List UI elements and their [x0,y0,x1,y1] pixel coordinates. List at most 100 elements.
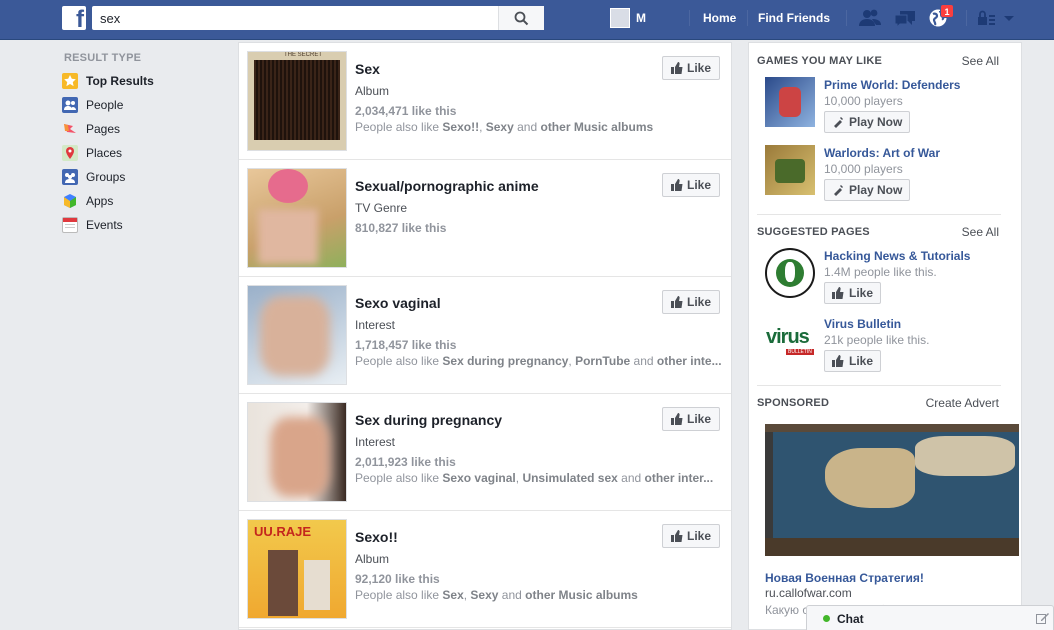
interest-thumbnail-image[interactable] [247,402,347,502]
play-now-label: Play Now [849,183,903,197]
like-label: Like [686,61,711,75]
ad-url[interactable]: ru.callofwar.com [765,586,852,600]
games-see-all-link[interactable]: See All [962,54,999,68]
filter-label: Apps [86,194,114,208]
privacy-lock-icon[interactable] [976,8,1000,28]
filter-apps[interactable]: Apps [62,189,222,213]
search-box [92,6,544,30]
like-label: Like [849,286,874,300]
filter-label: Events [86,218,123,232]
result-title[interactable]: Sexual/pornographic anime [355,178,539,194]
nav-divider [966,10,967,26]
game-title[interactable]: Warlords: Art of War [824,146,940,160]
page-title[interactable]: Hacking News & Tutorials [824,249,970,263]
nav-home-link[interactable]: Home [703,11,736,25]
also-like-link[interactable]: Sexy [470,588,498,602]
result-like-count: 2,011,923 like this [355,455,456,469]
result-title[interactable]: Sex [355,61,380,77]
online-status-dot [823,615,830,622]
section-divider [757,385,1001,386]
page-logo-image[interactable] [765,248,815,298]
like-button[interactable]: Like [662,290,720,314]
also-like-link[interactable]: other inte... [657,354,722,368]
people-icon [62,97,78,113]
filter-label: People [86,98,124,112]
result-title[interactable]: Sexo!! [355,529,398,545]
also-like-sep: and [498,588,526,602]
filter-top-results[interactable]: Top Results [62,69,222,93]
search-input[interactable] [92,6,497,30]
play-now-label: Play Now [849,115,903,129]
play-now-button[interactable]: Play Now [824,111,911,133]
logo-letter: f [76,6,84,30]
album-cover-image[interactable]: THE SECRET [247,51,347,151]
also-like-prefix: People also like [355,588,443,602]
page-like-count: 21k people like this. [824,333,930,347]
profile-avatar[interactable] [610,8,630,28]
also-like-link[interactable]: Sexy [486,120,514,134]
messages-icon[interactable] [893,8,917,28]
friend-requests-icon[interactable] [858,8,882,28]
profile-name[interactable]: M [636,11,646,25]
like-button[interactable]: Like [662,56,720,80]
map-pin-icon [62,145,78,161]
filter-places[interactable]: Places [62,141,222,165]
like-button[interactable]: Like [662,407,720,431]
controller-icon [834,117,843,128]
chat-bar[interactable]: Chat [806,605,1054,630]
filter-groups[interactable]: Groups [62,165,222,189]
also-like-link[interactable]: other inter... [645,471,714,485]
create-advert-link[interactable]: Create Advert [926,396,999,410]
also-like-link[interactable]: other Music albums [540,120,653,134]
thumbs-up-icon [832,287,844,299]
ad-title[interactable]: Новая Военная Стратегия! [765,571,924,585]
facebook-logo[interactable]: f [62,6,86,30]
virus-logo-text: virus [766,326,810,348]
new-message-icon[interactable] [1036,612,1049,625]
page-logo-image[interactable]: virus BULLETIN [765,316,815,366]
also-like-sep: and [617,471,645,485]
like-button[interactable]: Like [824,350,882,372]
filter-pages[interactable]: Pages [62,117,222,141]
play-now-button[interactable]: Play Now [824,179,911,201]
also-like-sep: , [479,120,486,134]
section-divider [757,214,1001,215]
also-like-link[interactable]: other Music albums [525,588,638,602]
also-like-link[interactable]: Sexo!! [442,120,479,134]
nav-find-friends-link[interactable]: Find Friends [758,11,830,25]
also-like-link[interactable]: Sexo vaginal [442,471,515,485]
page-title[interactable]: Virus Bulletin [824,317,901,331]
search-icon [514,11,529,26]
interest-thumbnail-image[interactable] [247,285,347,385]
like-label: Like [686,295,711,309]
chevron-down-icon[interactable] [1000,8,1018,28]
search-button[interactable] [498,6,544,30]
suggested-see-all-link[interactable]: See All [962,225,999,239]
result-title[interactable]: Sex during pregnancy [355,412,502,428]
ad-image[interactable] [765,424,1019,556]
also-like-sep: and [630,354,657,368]
also-like-link[interactable]: Sex [442,588,463,602]
like-button[interactable]: Like [824,282,882,304]
result-category: Album [355,552,390,566]
anime-thumbnail-image[interactable] [247,168,347,268]
also-like-prefix: People also like [355,471,443,485]
like-button[interactable]: Like [662,173,720,197]
like-button[interactable]: Like [662,524,720,548]
filter-people[interactable]: People [62,93,222,117]
album-cover-image[interactable]: UU.RAJE [247,519,347,619]
game-title[interactable]: Prime World: Defenders [824,78,960,92]
game-thumbnail-image[interactable] [765,77,815,127]
thumbs-up-icon [670,62,683,74]
also-like-link[interactable]: Sex during pregnancy [442,354,568,368]
filter-label: Top Results [86,74,154,88]
filter-label: Pages [86,122,121,136]
result-also-like: People also like Sex, Sexy and other Mus… [355,588,727,602]
also-like-link[interactable]: PornTube [575,354,630,368]
filter-events[interactable]: Events [62,213,222,237]
also-like-link[interactable]: Unsimulated sex [522,471,617,485]
game-thumbnail-image[interactable] [765,145,815,195]
result-row: Sex during pregnancy Interest 2,011,923 … [239,394,731,511]
result-title[interactable]: Sexo vaginal [355,295,441,311]
like-label: Like [686,178,711,192]
